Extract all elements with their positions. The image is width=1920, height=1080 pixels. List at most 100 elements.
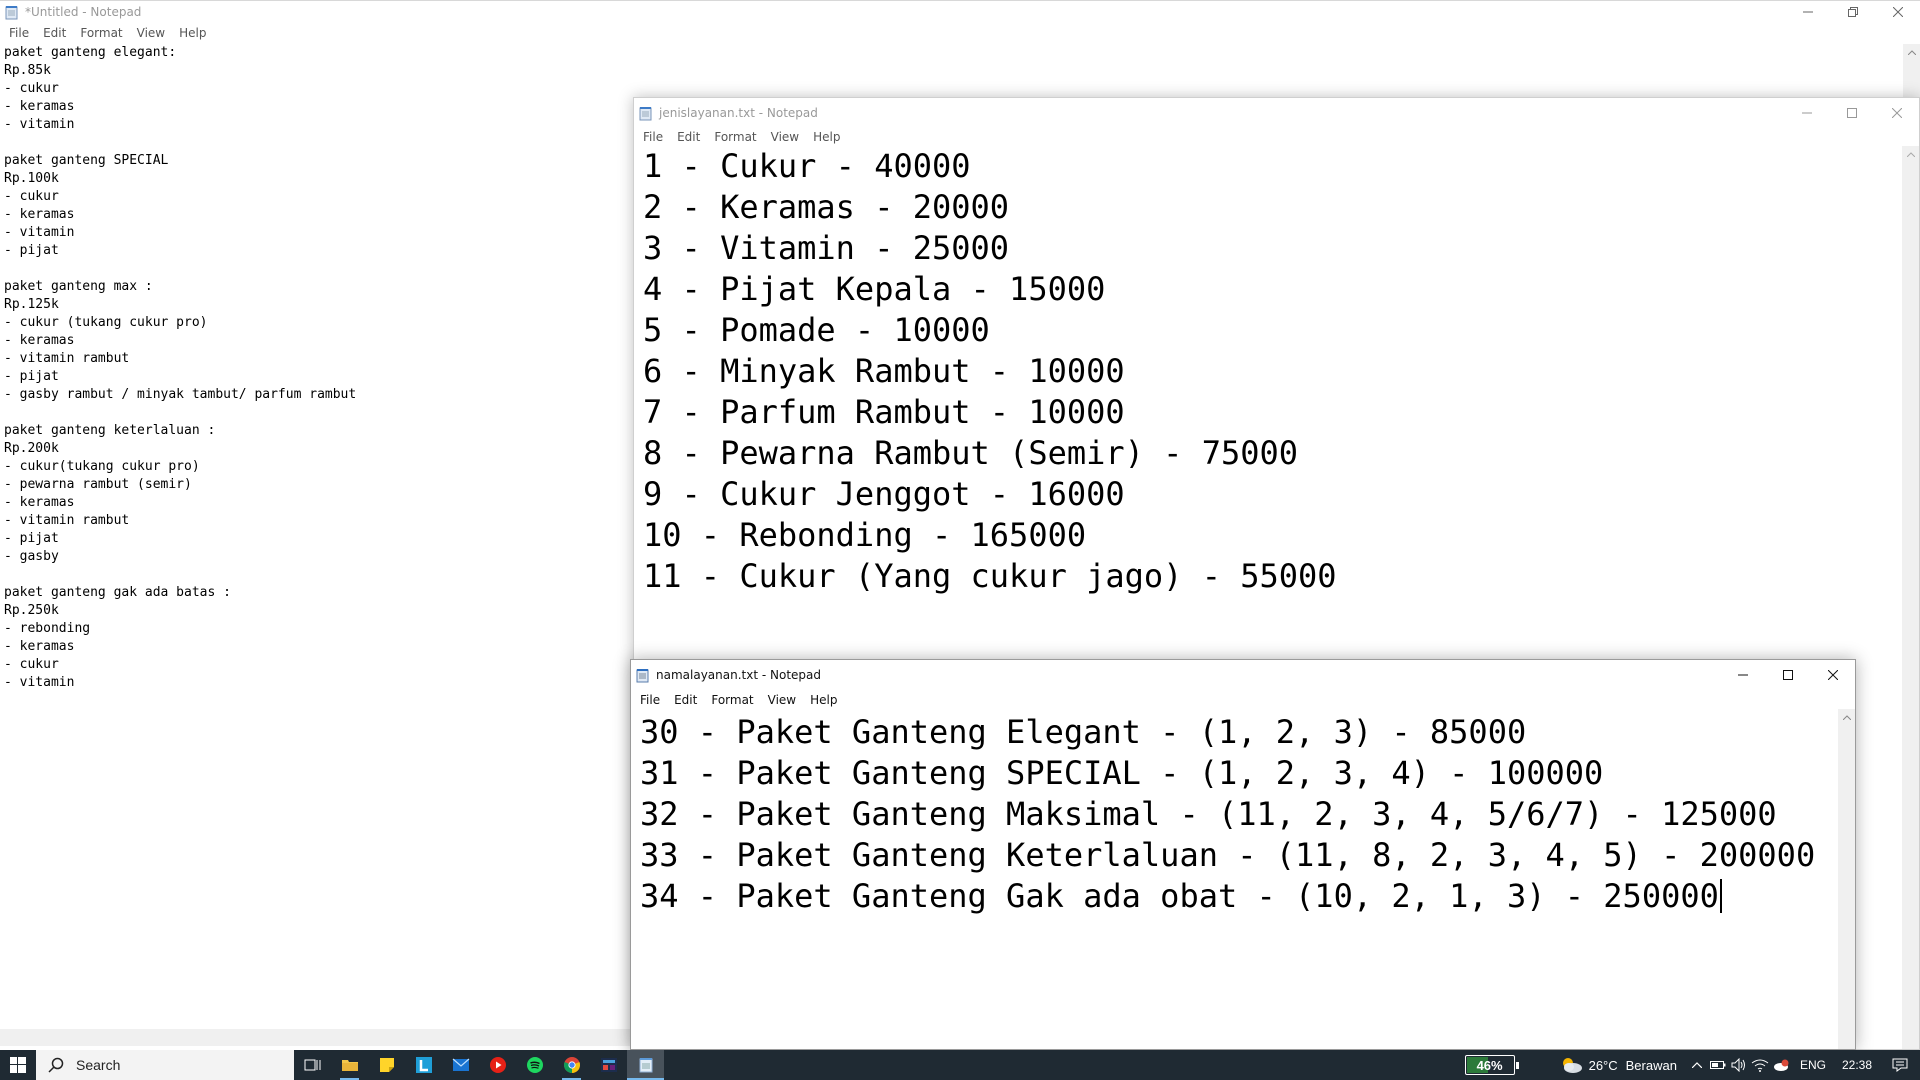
text-editor[interactable]: 30 - Paket Ganteng Elegant - (1, 2, 3) -… bbox=[631, 712, 1815, 917]
text-line-content: paket ganteng elegant: bbox=[4, 45, 177, 60]
taskbar: Search 46% 26°C Berawan ENG 22:38 bbox=[0, 1050, 1920, 1080]
text-line: Rp.200k bbox=[4, 440, 356, 458]
text-line: - cukur bbox=[4, 188, 356, 206]
show-hidden-icons-button[interactable] bbox=[1687, 1050, 1708, 1080]
title-bar[interactable]: namalayanan.txt - Notepad bbox=[631, 660, 1855, 690]
minimize-button[interactable] bbox=[1720, 660, 1765, 689]
volume-button[interactable] bbox=[1729, 1050, 1750, 1080]
text-line: - pijat bbox=[4, 242, 356, 260]
task-view-button[interactable] bbox=[294, 1050, 331, 1080]
close-button[interactable] bbox=[1810, 660, 1855, 689]
close-button[interactable] bbox=[1875, 1, 1920, 23]
text-line: 4 - Pijat Kepala - 15000 bbox=[643, 269, 1337, 310]
text-line-content: Rp.100k bbox=[4, 171, 59, 186]
maximize-button[interactable] bbox=[1829, 98, 1874, 127]
notification-icon bbox=[1892, 1058, 1908, 1072]
notifications-button[interactable] bbox=[1880, 1050, 1920, 1080]
text-line-content: - cukur bbox=[4, 657, 59, 672]
restore-button[interactable] bbox=[1830, 1, 1875, 23]
menu-edit[interactable]: Edit bbox=[670, 127, 707, 147]
text-line: - pijat bbox=[4, 368, 356, 386]
menu-view[interactable]: View bbox=[764, 127, 806, 147]
taskbar-chrome[interactable] bbox=[553, 1050, 590, 1080]
title-bar[interactable]: jenislayanan.txt - Notepad bbox=[634, 98, 1919, 128]
text-line-content: - pewarna rambut (semir) bbox=[4, 477, 192, 492]
menu-file[interactable]: File bbox=[636, 127, 670, 147]
text-line: - vitamin rambut bbox=[4, 350, 356, 368]
taskbar-notepad[interactable] bbox=[627, 1050, 664, 1080]
start-button[interactable] bbox=[0, 1050, 36, 1080]
menu-help[interactable]: Help bbox=[803, 690, 844, 710]
network-button[interactable] bbox=[1750, 1050, 1771, 1080]
battery-indicator[interactable]: 46% bbox=[1464, 1055, 1519, 1075]
text-line-content: 2 - Keramas - 20000 bbox=[643, 188, 1010, 226]
taskbar-youtube[interactable] bbox=[479, 1050, 516, 1080]
text-line-content: - keramas bbox=[4, 639, 75, 654]
weather-widget[interactable]: 26°C Berawan bbox=[1559, 1056, 1677, 1074]
menu-help[interactable]: Help bbox=[172, 23, 213, 43]
text-line: - pewarna rambut (semir) bbox=[4, 476, 356, 494]
vertical-scrollbar[interactable] bbox=[1838, 709, 1855, 1049]
text-line-content: - cukur(tukang cukur pro) bbox=[4, 459, 200, 474]
text-line: - vitamin bbox=[4, 224, 356, 242]
menu-bar: File Edit Format View Help bbox=[634, 128, 1919, 146]
taskbar-sticky-notes[interactable] bbox=[368, 1050, 405, 1080]
menu-view[interactable]: View bbox=[130, 23, 172, 43]
text-line-content: - pijat bbox=[4, 243, 59, 258]
text-line-content: 31 - Paket Ganteng SPECIAL - (1, 2, 3, 4… bbox=[640, 754, 1604, 792]
system-tray: 46% 26°C Berawan ENG 22:38 bbox=[1464, 1050, 1920, 1080]
text-line-content: - vitamin rambut bbox=[4, 351, 130, 366]
close-button[interactable] bbox=[1874, 98, 1919, 127]
text-line-content: 4 - Pijat Kepala - 15000 bbox=[643, 270, 1106, 308]
menu-edit[interactable]: Edit bbox=[667, 690, 704, 710]
text-line: 6 - Minyak Rambut - 10000 bbox=[643, 351, 1337, 392]
taskbar-spotify[interactable] bbox=[516, 1050, 553, 1080]
taskbar-file-explorer[interactable] bbox=[331, 1050, 368, 1080]
taskbar-mail[interactable] bbox=[442, 1050, 479, 1080]
scroll-up-arrow-icon[interactable] bbox=[1838, 709, 1855, 726]
title-bar[interactable]: *Untitled - Notepad bbox=[0, 1, 1920, 23]
window-title: namalayanan.txt - Notepad bbox=[656, 668, 821, 682]
menu-file[interactable]: File bbox=[2, 23, 36, 43]
input-language[interactable]: ENG bbox=[1800, 1058, 1826, 1072]
text-line-content: paket ganteng gak ada batas : bbox=[4, 585, 231, 600]
text-editor[interactable]: paket ganteng elegant: Rp.85k - cukur - ker… bbox=[0, 44, 356, 692]
menu-format[interactable]: Format bbox=[707, 127, 763, 147]
text-line: paket ganteng gak ada batas : bbox=[4, 584, 356, 602]
notepad-icon bbox=[635, 668, 650, 683]
text-line-content: - keramas bbox=[4, 495, 75, 510]
text-line: ​ bbox=[4, 260, 356, 278]
menu-edit[interactable]: Edit bbox=[36, 23, 73, 43]
maximize-button[interactable] bbox=[1765, 660, 1810, 689]
text-line-content: 9 - Cukur Jenggot - 16000 bbox=[643, 475, 1125, 513]
location-button[interactable] bbox=[1771, 1050, 1792, 1080]
menu-file[interactable]: File bbox=[633, 690, 667, 710]
notepad-icon bbox=[638, 106, 653, 121]
menu-format[interactable]: Format bbox=[73, 23, 129, 43]
temperature: 26°C bbox=[1588, 1057, 1618, 1073]
menu-view[interactable]: View bbox=[761, 690, 803, 710]
search-label: Search bbox=[76, 1057, 121, 1073]
clock[interactable]: 22:38 bbox=[1842, 1058, 1872, 1072]
text-line: - rebonding bbox=[4, 620, 356, 638]
menu-format[interactable]: Format bbox=[704, 690, 760, 710]
battery-tray-button[interactable] bbox=[1708, 1050, 1729, 1080]
text-editor[interactable]: 1 - Cukur - 40000 2 - Keramas - 20000 3 - … bbox=[634, 146, 1337, 597]
visual-studio-icon bbox=[600, 1058, 617, 1072]
minimize-button[interactable] bbox=[1784, 98, 1829, 127]
windows-logo-icon bbox=[10, 1057, 26, 1073]
search-icon bbox=[48, 1057, 64, 1073]
text-line: - vitamin bbox=[4, 116, 356, 134]
youtube-icon bbox=[489, 1057, 506, 1073]
vertical-scrollbar[interactable] bbox=[1902, 146, 1919, 1049]
scroll-up-arrow-icon[interactable] bbox=[1903, 44, 1920, 61]
menu-help[interactable]: Help bbox=[806, 127, 847, 147]
taskbar-search-box[interactable]: Search bbox=[36, 1050, 294, 1080]
scroll-up-arrow-icon[interactable] bbox=[1902, 146, 1919, 163]
taskbar-lightshot[interactable] bbox=[405, 1050, 442, 1080]
minimize-button[interactable] bbox=[1785, 1, 1830, 23]
text-line-content: Rp.85k bbox=[4, 63, 51, 78]
text-line: paket ganteng keterlaluan : bbox=[4, 422, 356, 440]
taskbar-visual-studio[interactable] bbox=[590, 1050, 627, 1080]
text-line-content: 32 - Paket Ganteng Maksimal - (11, 2, 3,… bbox=[640, 795, 1777, 833]
